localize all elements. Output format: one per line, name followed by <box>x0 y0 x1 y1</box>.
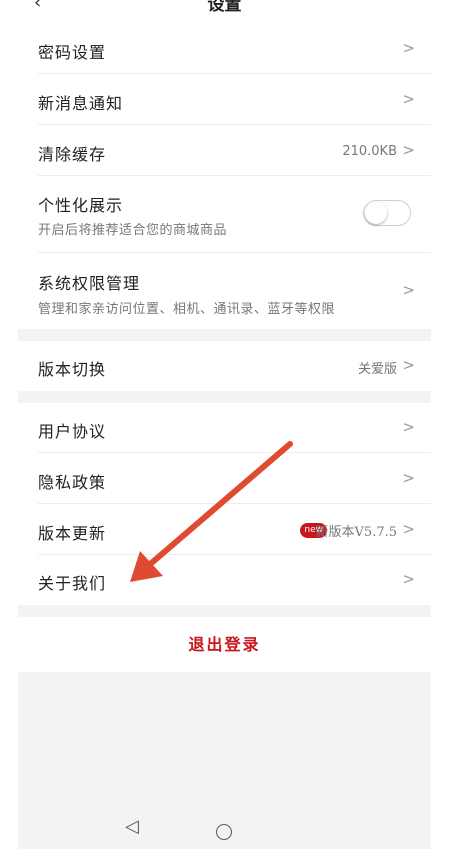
personalization-row: 个性化展示 开启后将推荐适合您的商城商品 <box>18 176 431 253</box>
settings-group-about: 用户协议 > 隐私政策 > 版本更新 new 新版本V5.7.5 > 关于我们 … <box>18 403 431 605</box>
page-title: 设置 <box>207 0 242 15</box>
chevron-right-icon: > <box>402 90 415 108</box>
chevron-right-icon: > <box>402 141 415 159</box>
personalization-toggle[interactable] <box>363 200 411 226</box>
chevron-right-icon: > <box>402 39 415 57</box>
password-settings-row[interactable]: 密码设置 > <box>18 24 431 74</box>
row-label: 关于我们 <box>38 574 107 593</box>
version-update-row[interactable]: 版本更新 new 新版本V5.7.5 > <box>18 504 431 555</box>
settings-screen: ‹ 设置 密码设置 > 新消息通知 > 清除缓存 210.0KB > 个性化展示… <box>18 0 431 849</box>
top-bar: ‹ 设置 <box>18 0 431 24</box>
clear-cache-row[interactable]: 清除缓存 210.0KB > <box>18 125 431 176</box>
chevron-right-icon: > <box>402 469 415 487</box>
settings-group-version: 版本切换 关爱版 > <box>18 341 431 391</box>
row-label: 密码设置 <box>38 43 107 62</box>
row-description: 开启后将推荐适合您的商城商品 <box>38 223 228 238</box>
privacy-policy-row[interactable]: 隐私政策 > <box>18 453 431 504</box>
circle-home-icon[interactable] <box>216 824 232 840</box>
chevron-right-icon: > <box>402 520 415 538</box>
row-label: 清除缓存 <box>38 145 107 164</box>
chevron-right-icon: > <box>402 570 415 588</box>
row-label: 新消息通知 <box>38 94 124 113</box>
row-label: 版本更新 <box>38 524 107 543</box>
toggle-knob <box>365 202 387 224</box>
about-us-row[interactable]: 关于我们 > <box>18 555 431 605</box>
permissions-row[interactable]: 系统权限管理 管理和家亲访问位置、相机、通讯录、蓝牙等权限 > <box>18 253 431 329</box>
logout-button[interactable]: 退出登录 <box>18 617 431 672</box>
version-switch-row[interactable]: 版本切换 关爱版 > <box>18 341 431 391</box>
system-nav-bar: ◁ <box>18 790 431 849</box>
chevron-right-icon: > <box>402 356 415 374</box>
notification-settings-row[interactable]: 新消息通知 > <box>18 74 431 125</box>
row-label: 版本切换 <box>38 360 107 379</box>
version-mode-value: 关爱版 <box>357 362 397 377</box>
chevron-right-icon: > <box>402 418 415 436</box>
row-label: 个性化展示 <box>38 196 124 215</box>
settings-group-general: 密码设置 > 新消息通知 > 清除缓存 210.0KB > 个性化展示 开启后将… <box>18 24 431 329</box>
user-agreement-row[interactable]: 用户协议 > <box>18 403 431 453</box>
row-description: 管理和家亲访问位置、相机、通讯录、蓝牙等权限 <box>38 302 336 317</box>
row-label: 系统权限管理 <box>38 274 141 293</box>
row-label: 隐私政策 <box>38 473 107 492</box>
chevron-right-icon: > <box>402 281 415 299</box>
triangle-back-icon[interactable]: ◁ <box>125 816 139 837</box>
row-label: 用户协议 <box>38 422 107 441</box>
new-version-value: 新版本V5.7.5 <box>315 525 397 540</box>
cache-size-value: 210.0KB <box>342 144 397 159</box>
